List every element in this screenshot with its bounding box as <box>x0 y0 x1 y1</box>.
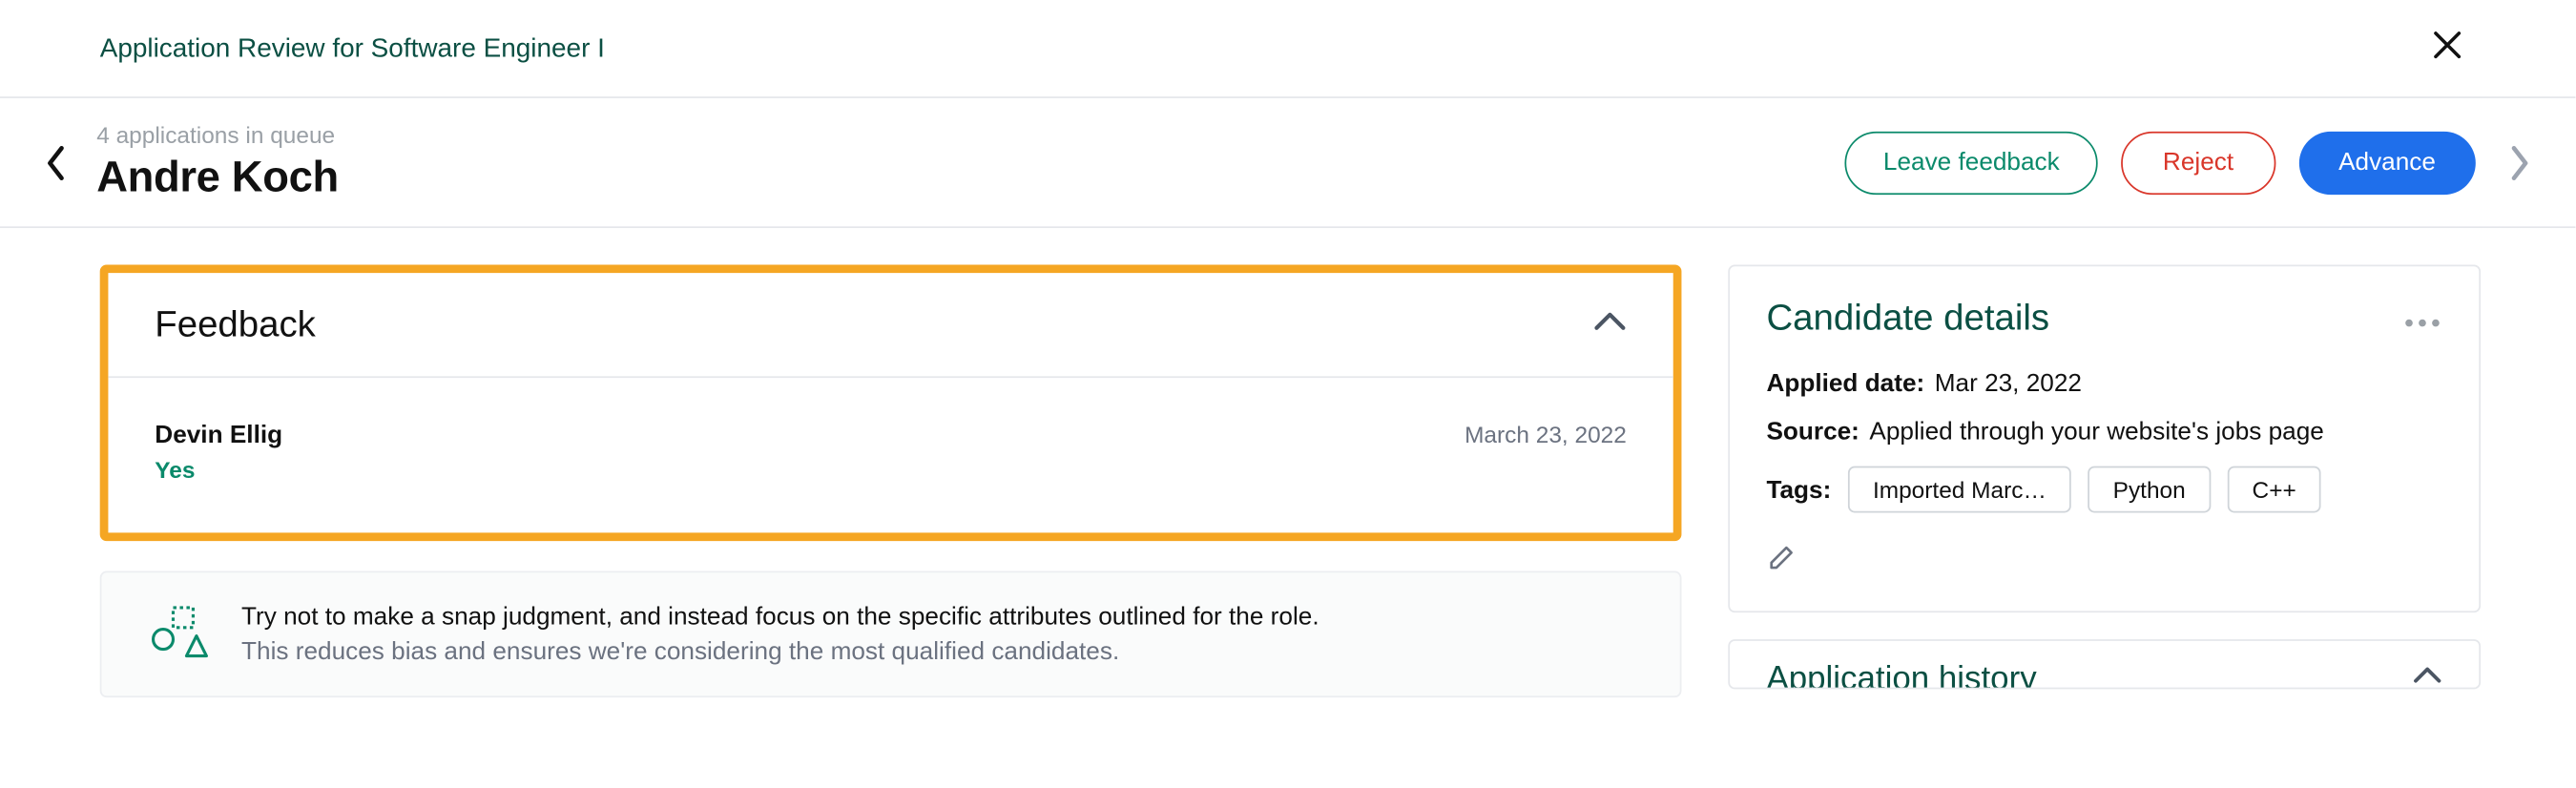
candidate-details-menu-icon[interactable] <box>2402 297 2442 340</box>
next-candidate-button[interactable] <box>2492 135 2545 189</box>
top-bar: Application Review for Software Engineer… <box>0 0 2576 98</box>
feedback-highlight: Feedback Devin Ellig Yes March 23, 2022 <box>100 264 1682 541</box>
feedback-verdict: Yes <box>155 456 282 483</box>
prev-candidate-button[interactable] <box>30 135 83 189</box>
body: Feedback Devin Ellig Yes March 23, 2022 <box>0 228 2576 715</box>
applied-date-value: Mar 23, 2022 <box>1935 369 2082 398</box>
feedback-panel-header[interactable]: Feedback <box>108 273 1672 378</box>
tip-text: Try not to make a snap judgment, and ins… <box>241 603 1319 666</box>
chevron-up-icon <box>2413 664 2442 689</box>
candidate-name: Andre Koch <box>96 152 1845 203</box>
tags-row: Tags: Imported Marc… Python C++ <box>1766 467 2441 513</box>
header-actions: Leave feedback Reject Advance <box>1845 131 2476 194</box>
candidate-details-title: Candidate details <box>1766 297 2049 340</box>
tag-chip[interactable]: Python <box>2088 467 2211 513</box>
queue-count: 4 applications in queue <box>96 121 1845 148</box>
tag-chip[interactable]: Imported Marc… <box>1848 467 2071 513</box>
left-column: Feedback Devin Ellig Yes March 23, 2022 <box>100 264 1682 697</box>
reject-button[interactable]: Reject <box>2121 131 2275 194</box>
tip-line-2: This reduces bias and ensures we're cons… <box>241 637 1319 666</box>
tip-line-1: Try not to make a snap judgment, and ins… <box>241 603 1319 632</box>
source-label: Source: <box>1766 418 1859 446</box>
applied-date-row: Applied date: Mar 23, 2022 <box>1766 369 2441 398</box>
candidate-header: 4 applications in queue Andre Koch Leave… <box>0 98 2576 228</box>
right-column: Candidate details Applied date: Mar 23, … <box>1728 264 2481 715</box>
source-row: Source: Applied through your website's j… <box>1766 418 2441 446</box>
tags-label: Tags: <box>1766 475 1831 504</box>
tag-chip[interactable]: C++ <box>2227 467 2321 513</box>
feedback-entry[interactable]: Devin Ellig Yes March 23, 2022 <box>108 378 1672 532</box>
bias-tip: Try not to make a snap judgment, and ins… <box>100 571 1682 698</box>
feedback-date: March 23, 2022 <box>1465 421 1627 447</box>
candidate-heading-block: 4 applications in queue Andre Koch <box>83 121 1845 203</box>
application-history-title: Application history <box>1766 660 2036 690</box>
shapes-icon <box>148 603 211 659</box>
feedback-reviewer: Devin Ellig <box>155 421 282 449</box>
leave-feedback-button[interactable]: Leave feedback <box>1845 131 2098 194</box>
advance-button[interactable]: Advance <box>2298 131 2476 194</box>
edit-tags-icon[interactable] <box>1766 543 1796 572</box>
feedback-reviewer-block: Devin Ellig Yes <box>155 421 282 483</box>
applied-date-label: Applied date: <box>1766 369 1924 398</box>
chevron-up-icon[interactable] <box>1593 309 1627 341</box>
close-icon[interactable] <box>2419 23 2475 76</box>
candidate-details-panel: Candidate details Applied date: Mar 23, … <box>1728 264 2481 612</box>
application-history-panel[interactable]: Application history <box>1728 639 2481 689</box>
source-value: Applied through your website's jobs page <box>1869 418 2323 446</box>
page-title: Application Review for Software Engineer… <box>100 35 605 65</box>
feedback-panel-title: Feedback <box>155 303 316 346</box>
